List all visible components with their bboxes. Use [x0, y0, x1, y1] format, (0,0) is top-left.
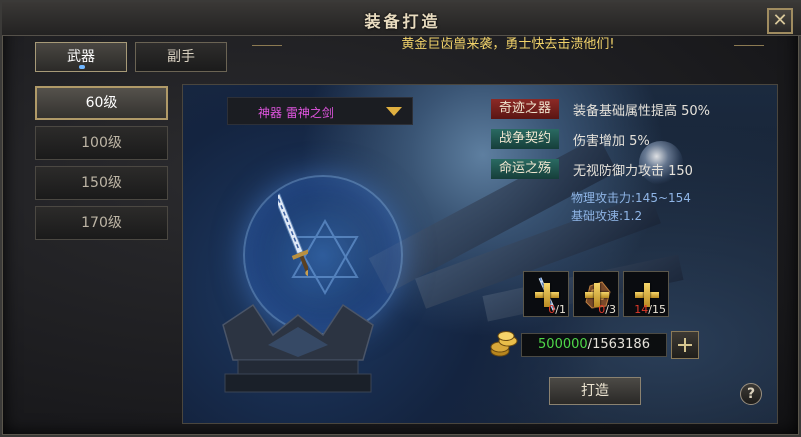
gold-coins-icon [490, 331, 518, 357]
material-slot[interactable]: 0/3 [573, 271, 619, 317]
weapon-dropdown[interactable]: 神器 雷神之剑 [227, 97, 413, 125]
material-slot[interactable]: 0/1 [523, 271, 569, 317]
level-button-150[interactable]: 150级 [35, 166, 168, 200]
level-button-100[interactable]: 100级 [35, 126, 168, 160]
add-gold-button[interactable] [671, 331, 699, 359]
tab-weapon[interactable]: 武器 [35, 42, 127, 72]
material-count: 14/15 [634, 303, 666, 316]
material-slot[interactable]: 14/15 [623, 271, 669, 317]
close-button[interactable]: ✕ [767, 8, 793, 34]
attribute-text: 装备基础属性提高 50% [573, 104, 711, 119]
close-icon: ✕ [772, 10, 788, 31]
sword-image [278, 193, 308, 277]
material-count: 0/1 [548, 303, 566, 316]
level-button-170[interactable]: 170级 [35, 206, 168, 240]
attribute-text: 伤害增加 5% [573, 134, 650, 149]
forge-stage: 神器 雷神之剑 奇迹之器 装备基础属性提高 50% 战争契约 伤害增加 5% 命… [182, 84, 778, 424]
stat-attack-speed: 基础攻速:1.2 [571, 209, 643, 223]
gold-amount: 500000/1563186 [521, 333, 667, 357]
material-count: 0/3 [598, 303, 616, 316]
level-button-60[interactable]: 60级 [35, 86, 168, 120]
tab-offhand[interactable]: 副手 [135, 42, 227, 72]
pedestal-image [222, 303, 374, 393]
forge-button[interactable]: 打造 [549, 377, 641, 405]
attribute-text: 无视防御力攻击 150 [573, 164, 693, 179]
attribute-tag: 奇迹之器 [491, 99, 559, 119]
attribute-tag: 战争契约 [491, 129, 559, 149]
window-title: 装备打造 [364, 12, 441, 31]
stat-attack: 物理攻击力:145~154 [571, 191, 691, 205]
attribute-tag: 命运之殇 [491, 159, 559, 179]
chevron-down-icon [386, 107, 402, 116]
title-bar[interactable]: 装备打造 [2, 2, 801, 36]
weapon-dropdown-value: 神器 雷神之剑 [258, 106, 334, 120]
help-button[interactable]: ? [740, 383, 762, 405]
event-notice: 黄金巨齿兽来袭，勇士快去击溃他们! [248, 36, 768, 56]
forge-window: 装备打造 ✕ 武器 副手 黄金巨齿兽来袭，勇士快去击溃他们! 60级 100级 … [0, 0, 801, 437]
